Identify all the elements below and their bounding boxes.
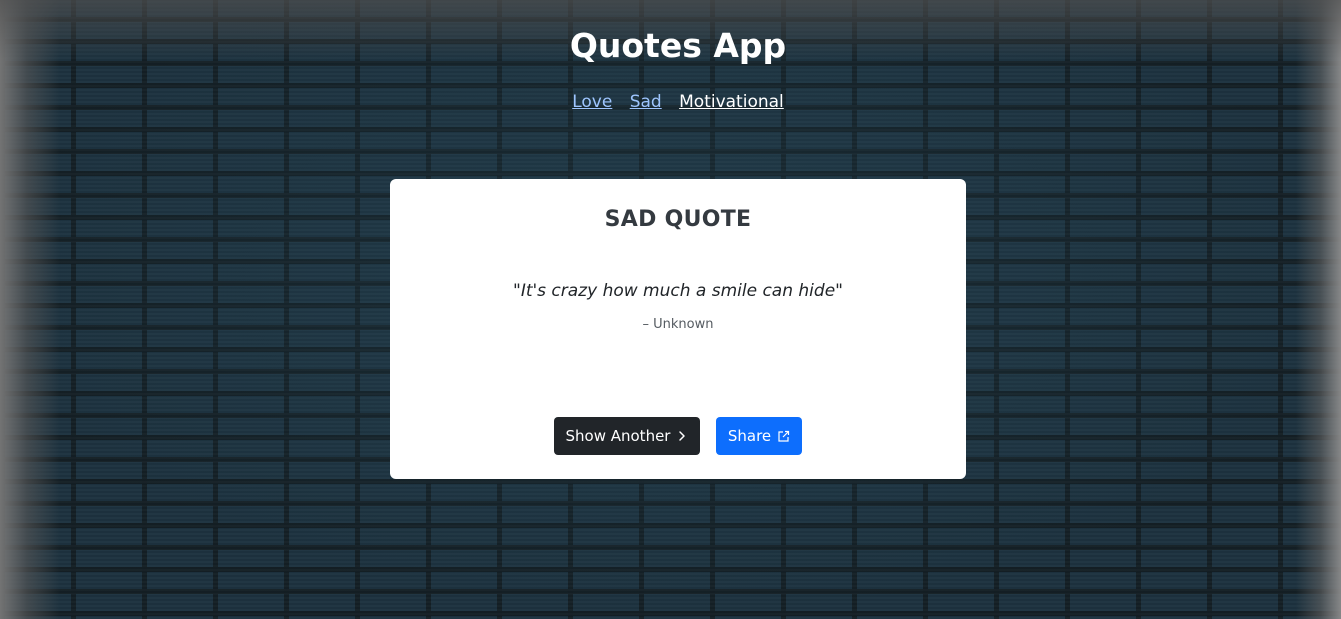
chevron-right-icon — [676, 430, 688, 442]
app-title: Quotes App — [569, 26, 787, 65]
external-link-icon — [777, 430, 790, 443]
page-content: Quotes App Love Sad Motivational SAD QUO… — [0, 0, 1341, 619]
nav-link-sad[interactable]: Sad — [630, 92, 662, 112]
quote-category-title: SAD QUOTE — [604, 207, 752, 232]
share-label: Share — [727, 427, 772, 445]
nav-link-motivational[interactable]: Motivational — [679, 92, 784, 112]
share-button[interactable]: Share — [716, 417, 802, 455]
quote-author: – Unknown — [642, 317, 714, 332]
show-another-label: Show Another — [565, 427, 671, 445]
quote-text: "It's crazy how much a smile can hide" — [513, 281, 843, 301]
show-another-button[interactable]: Show Another — [554, 417, 700, 455]
category-nav: Love Sad Motivational — [0, 90, 1341, 114]
quote-card: SAD QUOTE "It's crazy how much a smile c… — [390, 179, 966, 479]
nav-link-love[interactable]: Love — [572, 92, 612, 112]
